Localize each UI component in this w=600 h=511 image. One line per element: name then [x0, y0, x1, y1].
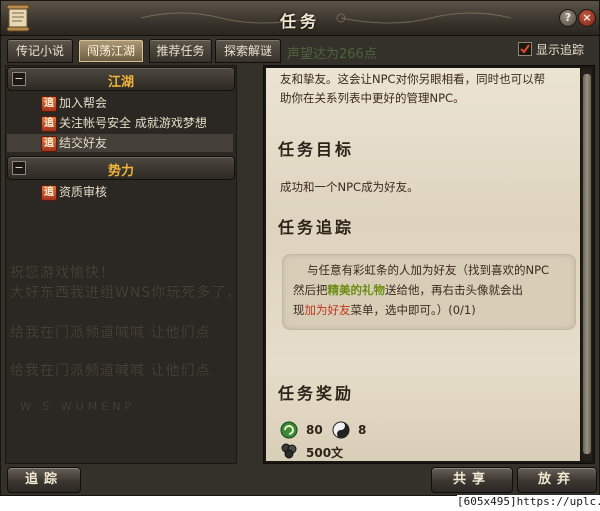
ghost-text-line: 大好东西我进组WNS你玩死多了， — [10, 285, 242, 301]
tab-wander-jianghu[interactable]: 闯荡江湖 — [78, 39, 144, 63]
yin-yang-value: 8 — [358, 423, 367, 437]
quest-window: 任务 ? × 传记小说 闯荡江湖 推荐任务 探索解谜 声望达为266点 显示追踪… — [0, 0, 600, 496]
quest-label: 关注帐号安全 成就游戏梦想 — [59, 116, 207, 130]
share-button[interactable]: 共享 — [431, 467, 513, 493]
ghost-text-line: W S WUMENP — [20, 400, 136, 413]
quest-label: 加入帮会 — [59, 96, 108, 110]
reward-heading: 任务奖励 — [278, 384, 355, 403]
track-tag-icon: 追 — [41, 116, 57, 132]
checkmark-icon[interactable] — [518, 42, 532, 56]
quest-label: 资质审核 — [59, 185, 108, 199]
goal-heading: 任务目标 — [278, 140, 355, 159]
title-bar[interactable]: 任务 ? × — [1, 1, 599, 36]
scroll-thumb[interactable] — [583, 74, 591, 454]
ghost-text-line: 给我在门派频道喊喊 让他们点 — [10, 325, 211, 341]
experience-icon — [280, 421, 298, 439]
add-friend-highlight: 加为好友 — [304, 303, 351, 317]
money-value: 500文 — [306, 446, 344, 460]
track-box: 与任意有彩虹条的人加为好友（找到喜欢的NPC 然后把精美的礼物送给他，再右击头像… — [282, 254, 576, 330]
quest-detail-content[interactable]: 友和挚友。这会让NPC对你另眼相看，同时也可以帮 助你在关系列表中更好的管理NP… — [266, 68, 580, 461]
background-text: 声望达为266点 — [287, 47, 377, 62]
tab-biography-novel[interactable]: 传记小说 — [7, 39, 73, 63]
track-text-line2: 然后把精美的礼物送给他，再右击头像就会出 — [293, 283, 523, 297]
track-text-line3: 现加为好友菜单，选中即可。）(0/1) — [293, 303, 476, 317]
yin-yang-icon — [332, 421, 350, 439]
help-button[interactable]: ? — [559, 9, 577, 27]
money-icon — [281, 443, 297, 459]
window-title: 任务 — [279, 12, 320, 31]
intro-text: 友和挚友。这会让NPC对你另眼相看，同时也可以帮 — [280, 72, 546, 86]
ghost-text-line: 祝您游戏愉快！ — [10, 265, 115, 281]
track-tag-icon: 追 — [41, 136, 57, 152]
track-tag-icon: 追 — [41, 185, 57, 201]
close-button[interactable]: × — [578, 9, 596, 27]
scrollbar[interactable] — [582, 68, 592, 461]
goal-text: 成功和一个NPC成为好友。 — [280, 180, 419, 194]
ghost-text-line: 给我在门派频道喊喊 让他们点 — [10, 363, 211, 379]
gift-highlight: 精美的礼物 — [327, 283, 386, 297]
show-track-label[interactable]: 显示追踪 — [536, 41, 584, 58]
track-heading: 任务追踪 — [278, 218, 355, 237]
abandon-button[interactable]: 放弃 — [517, 467, 597, 493]
category-label: 势力 — [107, 164, 134, 179]
track-tag-icon: 追 — [41, 96, 57, 112]
tab-explore-puzzles[interactable]: 探索解谜 — [215, 39, 281, 63]
category-faction[interactable]: − 势力 — [7, 156, 235, 180]
category-label: 江湖 — [107, 75, 134, 90]
tab-recommended-quests[interactable]: 推荐任务 — [149, 39, 212, 63]
watermark-text: [605x495]https://uplc.me/ — [457, 495, 600, 508]
quest-detail-panel: 友和挚友。这会让NPC对你另眼相看，同时也可以帮 助你在关系列表中更好的管理NP… — [263, 65, 595, 464]
intro-text: 助你在关系列表中更好的管理NPC。 — [280, 91, 465, 105]
quest-label: 结交好友 — [59, 136, 108, 150]
track-button[interactable]: 追踪 — [7, 467, 81, 493]
quest-item-make-friend[interactable]: 追 结交好友 — [7, 134, 233, 152]
track-text-line1: 与任意有彩虹条的人加为好友（找到喜欢的NPC — [307, 263, 550, 277]
category-jianghu[interactable]: − 江湖 — [7, 67, 235, 91]
experience-value: 80 — [306, 423, 323, 437]
